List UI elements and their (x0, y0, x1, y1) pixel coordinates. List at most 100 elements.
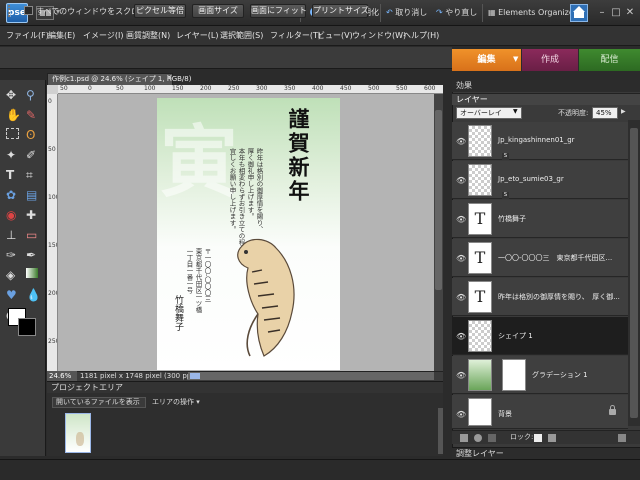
layers-panel-header[interactable]: レイヤー (452, 93, 640, 105)
project-bin-header[interactable]: プロジェクトエリア (47, 381, 443, 393)
tab-create[interactable]: 作成 (522, 49, 578, 71)
straighten-tool-icon[interactable]: ▤ (26, 188, 42, 204)
layer-row[interactable]: 👁 S Jp_eto_sumie03_gr (452, 161, 628, 199)
eye-icon[interactable]: 👁 (456, 332, 466, 341)
chevron-down-icon[interactable]: ▼ (513, 108, 518, 115)
toolbox: ✥ ⚲ ✋ ✎ ʘ ✦ ✐ T ⌗ ✿ ▤ ◉ ✚ ⊥ ▭ ✑ ✒ ◈ ♥ 💧 … (0, 80, 46, 456)
scrollbar-thumb[interactable] (190, 373, 200, 379)
layer-thumbnail: S (468, 164, 509, 199)
clone-stamp-icon[interactable]: ⊥ (6, 228, 22, 244)
zoom-level[interactable]: 24.6% (47, 371, 77, 381)
document-tab[interactable]: 作例c1.psd @ 24.6% (シェイプ 1, RGB/8) (47, 73, 191, 85)
menu-select[interactable]: 選択範囲(S) (220, 30, 263, 41)
card-title: 謹賀新年 (286, 108, 311, 204)
grip-handle[interactable] (8, 5, 16, 17)
eye-icon[interactable]: 👁 (456, 371, 466, 380)
lasso-tool-icon[interactable]: ʘ (26, 128, 42, 144)
lock-all-icon[interactable] (548, 434, 556, 442)
move-tool-icon[interactable]: ✥ (6, 88, 22, 104)
effects-panel-header[interactable]: 効果 (452, 80, 640, 92)
scroll-all-checkbox[interactable] (24, 6, 33, 15)
shape-tool-icon[interactable]: ♥ (6, 288, 22, 304)
hand-tool-icon[interactable]: ✋ (6, 108, 22, 124)
healing-brush-icon[interactable]: ✚ (26, 208, 42, 224)
menu-layer[interactable]: レイヤー(L) (176, 30, 218, 41)
fill-screen-button[interactable]: 画面にフィット (250, 4, 307, 18)
bin-actions-menu[interactable]: エリアの操作 ▾ (152, 397, 200, 407)
horizontal-scrollbar[interactable] (188, 372, 434, 380)
lock-transparent-icon[interactable] (534, 434, 542, 442)
close-icon[interactable]: ✕ (166, 73, 173, 82)
layer-row[interactable]: 👁 T 竹橋舞子 (452, 200, 628, 238)
card-address: 〒一〇〇-〇〇〇三 東京都千代田区一ツ橋 一丁目一番一号 (184, 248, 211, 313)
trash-icon[interactable] (618, 434, 626, 442)
layer-name: Jp_eto_sumie03_gr (498, 175, 564, 183)
menu-enhance[interactable]: 画質調整(N) (126, 30, 170, 41)
menu-filter[interactable]: フィルター(T) (270, 30, 321, 41)
vertical-scrollbar[interactable] (438, 408, 443, 454)
eyedropper-tool-icon[interactable]: ✎ (26, 108, 42, 124)
actual-pixels-button[interactable]: ピクセル等倍 (134, 4, 186, 18)
eye-icon[interactable]: 👁 (456, 410, 466, 419)
eye-icon[interactable]: 👁 (456, 137, 466, 146)
opacity-input[interactable]: 45% (592, 107, 618, 119)
file-thumbnail[interactable] (65, 413, 91, 453)
eye-icon[interactable]: 👁 (456, 215, 466, 224)
menu-image[interactable]: イメージ(I) (83, 30, 123, 41)
menu-file[interactable]: ファイル(F) (6, 30, 49, 41)
scrollbar-thumb[interactable] (630, 128, 638, 418)
eraser-tool-icon[interactable]: ▭ (26, 228, 42, 244)
menu-edit[interactable]: 編集(E) (48, 30, 75, 41)
eye-icon[interactable]: 👁 (456, 293, 466, 302)
redo-button[interactable]: ↷ やり直し (436, 6, 477, 20)
eye-icon[interactable]: 👁 (456, 176, 466, 185)
link-icon[interactable] (488, 434, 496, 442)
show-files-select[interactable]: 開いているファイルを表示 (52, 397, 146, 408)
layer-row[interactable]: 👁 S Jp_kingashinnen01_gr (452, 122, 628, 160)
organizer-button[interactable]: ▦ Elements Organizer (488, 6, 577, 20)
maximize-icon[interactable]: □ (610, 7, 622, 19)
crop-tool-icon[interactable]: ⌗ (26, 168, 42, 184)
fit-screen-button[interactable]: 画面サイズ (192, 4, 244, 18)
minimize-icon[interactable]: – (596, 7, 608, 19)
home-icon[interactable] (570, 4, 588, 22)
brush-tool-icon[interactable]: ✑ (6, 248, 22, 264)
marquee-tool-icon[interactable] (6, 128, 19, 139)
selection-brush-icon[interactable]: ✐ (26, 148, 42, 164)
smart-brush-icon[interactable]: ✒ (26, 248, 42, 264)
layer-row[interactable]: 👁 T 昨年は格別の御厚情を賜り、 厚く御... (452, 278, 628, 316)
new-layer-icon[interactable] (460, 434, 468, 442)
chevron-right-icon[interactable]: ▶ (621, 108, 626, 115)
ruler-tick: 400 (312, 85, 324, 92)
layer-row[interactable]: 👁 グラデーション 1 (452, 356, 628, 394)
menu-view[interactable]: ビュー(V) (317, 30, 353, 41)
print-size-button[interactable]: プリントサイズ (312, 4, 369, 18)
magic-wand-icon[interactable]: ✦ (6, 148, 22, 164)
tab-edit[interactable]: 編集 (452, 49, 521, 71)
adjustment-layer-icon[interactable] (474, 434, 482, 442)
type-tool-icon[interactable]: T (6, 168, 22, 184)
layer-row[interactable]: 👁 背景 (452, 395, 628, 429)
undo-button[interactable]: ↶ 取り消し (386, 6, 427, 20)
tab-share[interactable]: 配信 (579, 49, 640, 71)
chevron-down-icon[interactable]: ▼ (513, 55, 518, 63)
adjustment-layers-header[interactable]: 調整レイヤー (452, 447, 640, 459)
ruler-tick: 300 (256, 85, 268, 92)
gradient-tool-icon[interactable] (26, 268, 38, 278)
red-eye-tool-icon[interactable]: ◉ (6, 208, 22, 224)
layer-row-selected[interactable]: 👁 シェイプ 1 (452, 317, 628, 355)
tiger-illustration (237, 238, 295, 357)
background-color-swatch[interactable] (18, 318, 36, 336)
eye-icon[interactable]: 👁 (456, 254, 466, 263)
gradient-thumbnail (468, 359, 492, 391)
close-icon[interactable]: ✕ (624, 7, 636, 19)
layer-row[interactable]: 👁 T 一〇〇-〇〇〇三 東京都千代田区... (452, 239, 628, 277)
ruler-corner (47, 85, 58, 94)
zoom-tool-icon[interactable]: ⚲ (26, 88, 42, 104)
cookie-cutter-icon[interactable]: ✿ (6, 188, 22, 204)
paint-bucket-icon[interactable]: ◈ (6, 268, 22, 284)
menu-window[interactable]: ウィンドウ(W) (352, 30, 406, 41)
blur-tool-icon[interactable]: 💧 (26, 288, 42, 304)
scrollbar-thumb[interactable] (435, 110, 442, 290)
menu-help[interactable]: ヘルプ(H) (403, 30, 439, 41)
